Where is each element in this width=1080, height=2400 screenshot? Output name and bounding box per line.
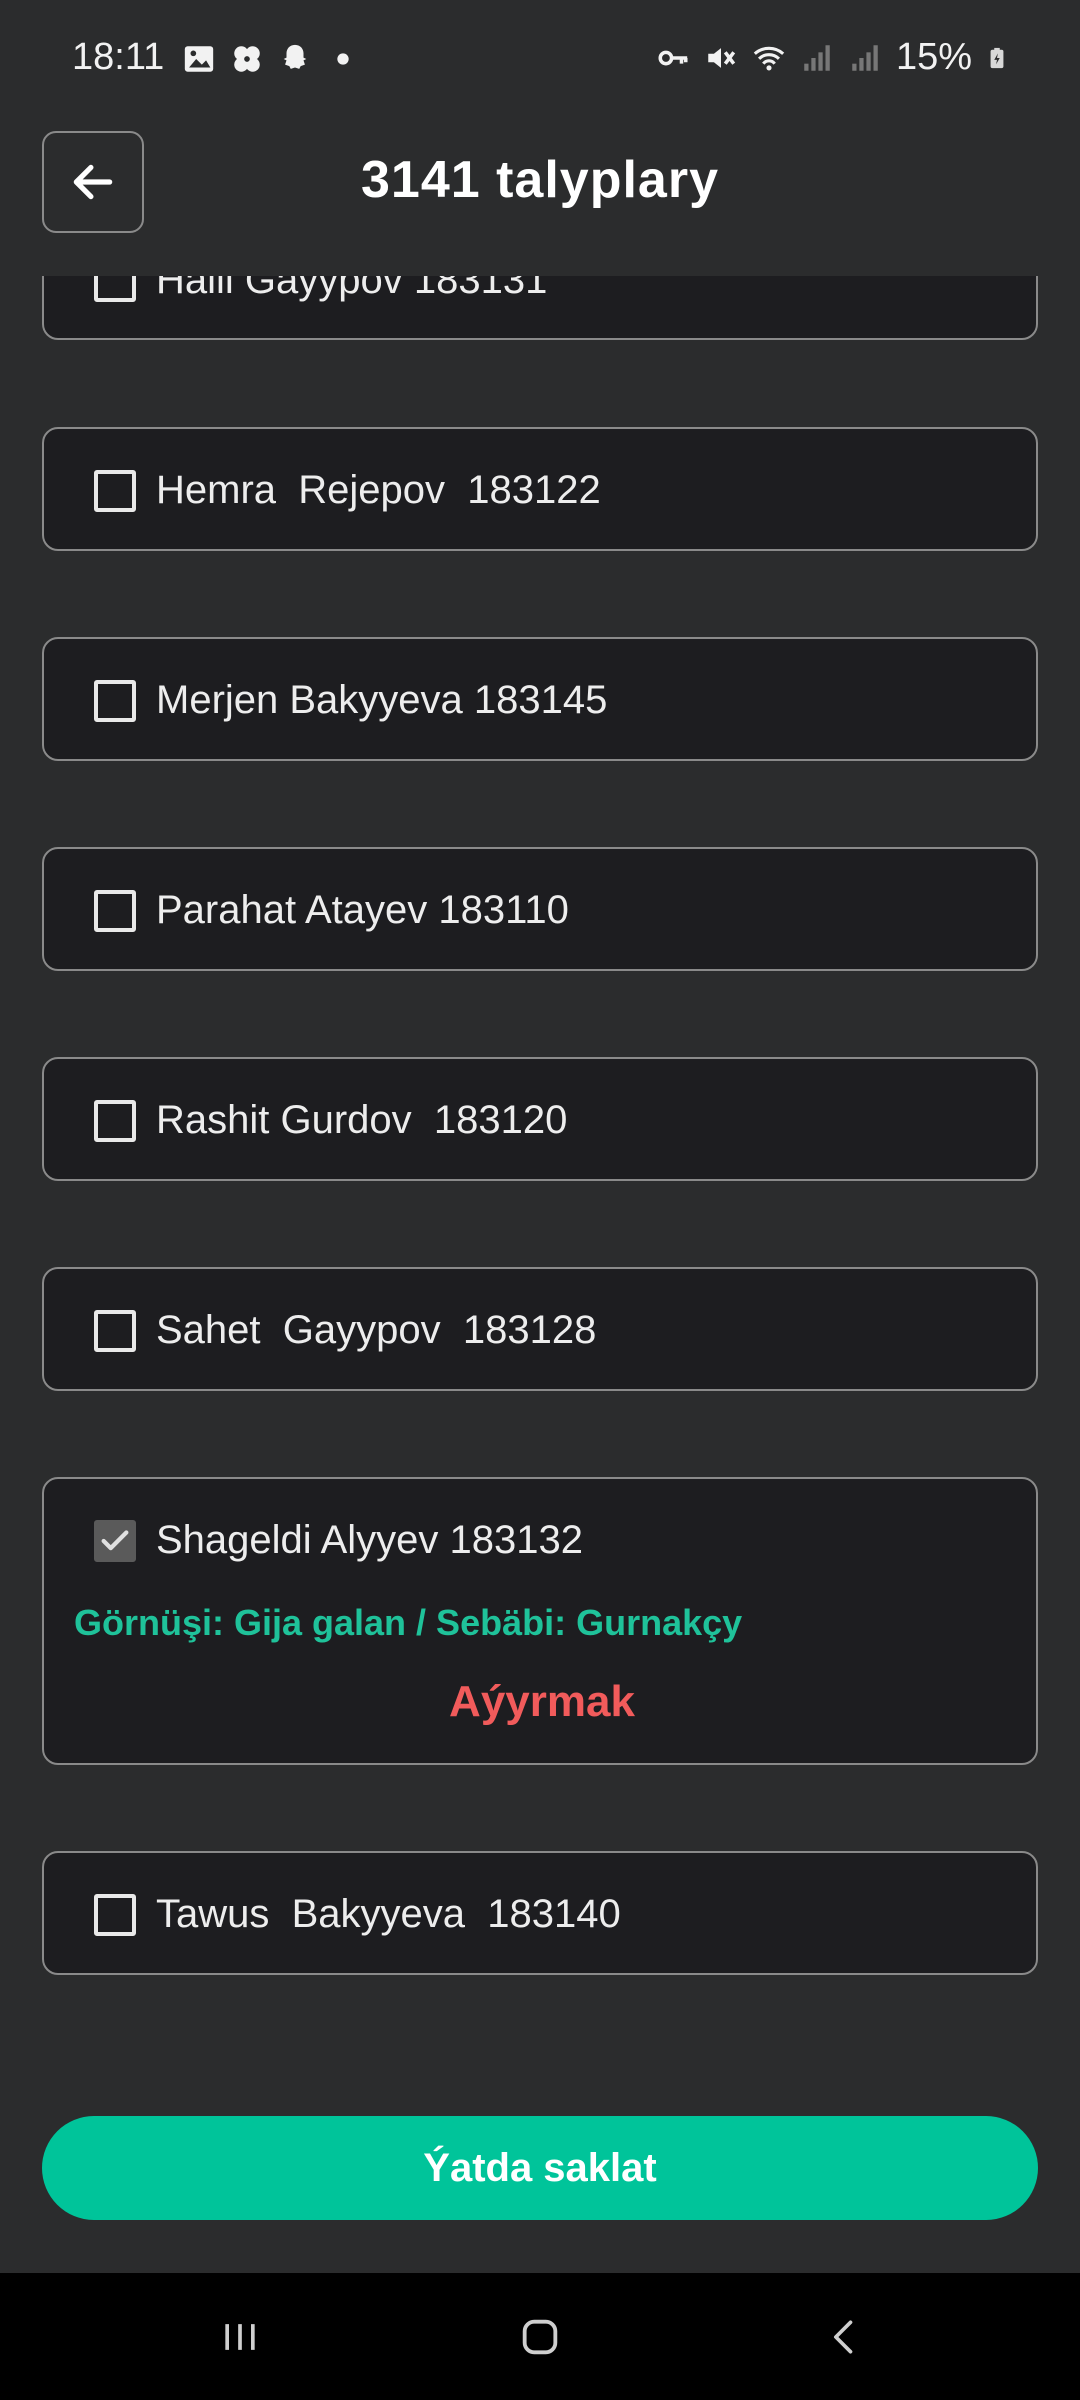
check-icon bbox=[101, 1529, 129, 1550]
mute-icon bbox=[708, 47, 736, 68]
signal-icon bbox=[852, 44, 878, 71]
student-row[interactable]: Shageldi Alyyev 183132 bbox=[94, 1518, 583, 1563]
wifi-icon bbox=[753, 46, 785, 70]
battery-percent: 15% bbox=[895, 36, 972, 78]
gallery-icon bbox=[184, 46, 214, 72]
status-time: 18:11 bbox=[72, 36, 165, 78]
student-card[interactable]: Merjen Bakyyeva 183145 bbox=[42, 637, 1038, 761]
student-card[interactable]: Hemra Rejepov 183122 bbox=[42, 427, 1038, 551]
home-icon bbox=[522, 2319, 558, 2354]
student-checkbox[interactable] bbox=[94, 1893, 136, 1936]
status-left-icons bbox=[182, 42, 360, 76]
student-card[interactable]: Halil Gayypov 183131 bbox=[42, 276, 1038, 340]
key-icon bbox=[658, 50, 688, 65]
student-card[interactable]: Tawus Bakyyeva 183140 bbox=[42, 1851, 1038, 1975]
signal-icon bbox=[804, 44, 830, 71]
student-checkbox[interactable] bbox=[94, 679, 136, 722]
save-button[interactable]: Ýatda saklat bbox=[42, 2116, 1038, 2220]
student-row[interactable]: Tawus Bakyyeva 183140 bbox=[94, 1892, 621, 1937]
system-nav-bar bbox=[0, 2273, 1080, 2400]
student-list[interactable]: Halil Gayypov 183131 Hemra Rejepov 18312… bbox=[0, 276, 1080, 2060]
student-name: Rashit Gurdov 183120 bbox=[156, 1098, 568, 1142]
student-card[interactable]: Sahet Gayypov 183128 bbox=[42, 1267, 1038, 1391]
remove-button[interactable]: Aýyrmak bbox=[44, 1677, 1040, 1727]
student-card[interactable]: Rashit Gurdov 183120 bbox=[42, 1057, 1038, 1181]
student-name: Parahat Atayev 183110 bbox=[156, 888, 569, 932]
student-card-selected[interactable]: Shageldi Alyyev 183132 Görnüşi: Gija gal… bbox=[42, 1477, 1038, 1765]
student-name: Halil Gayypov 183131 bbox=[156, 276, 548, 302]
recents-button[interactable] bbox=[180, 2273, 300, 2400]
student-row[interactable]: Halil Gayypov 183131 bbox=[94, 276, 547, 303]
student-checkbox[interactable] bbox=[94, 276, 136, 302]
app-header: 3141 talyplary bbox=[0, 120, 1080, 276]
student-name: Sahet Gayypov 183128 bbox=[156, 1308, 597, 1352]
student-row[interactable]: Parahat Atayev 183110 bbox=[94, 888, 569, 933]
pinwheel-icon bbox=[234, 46, 260, 72]
student-checkbox[interactable] bbox=[94, 469, 136, 512]
status-bar: 18:11 15% bbox=[0, 0, 1080, 120]
recents-icon bbox=[225, 2323, 255, 2350]
battery-icon bbox=[990, 47, 1004, 68]
student-name: Shageldi Alyyev 183132 bbox=[156, 1518, 583, 1562]
student-name: Hemra Rejepov 183122 bbox=[156, 468, 601, 512]
back-icon bbox=[834, 2320, 853, 2353]
home-button[interactable] bbox=[480, 2273, 600, 2400]
snapchat-icon bbox=[283, 44, 307, 69]
student-checkbox-checked[interactable] bbox=[94, 1519, 136, 1562]
status-right-icons: 15% bbox=[656, 36, 1008, 79]
student-name: Tawus Bakyyeva 183140 bbox=[156, 1892, 621, 1936]
student-card[interactable]: Parahat Atayev 183110 bbox=[42, 847, 1038, 971]
student-row[interactable]: Sahet Gayypov 183128 bbox=[94, 1308, 596, 1353]
student-checkbox[interactable] bbox=[94, 1099, 136, 1142]
student-checkbox[interactable] bbox=[94, 889, 136, 932]
student-name: Merjen Bakyyeva 183145 bbox=[156, 678, 608, 722]
dot-icon bbox=[337, 53, 349, 65]
student-row[interactable]: Merjen Bakyyeva 183145 bbox=[94, 678, 607, 723]
student-checkbox[interactable] bbox=[94, 1309, 136, 1352]
page-title: 3141 talyplary bbox=[360, 151, 720, 209]
absence-info: Görnüşi: Gija galan / Sebäbi: Gurnakçy bbox=[74, 1602, 743, 1643]
student-row[interactable]: Rashit Gurdov 183120 bbox=[94, 1098, 567, 1143]
nav-back-button[interactable] bbox=[785, 2273, 905, 2400]
student-row[interactable]: Hemra Rejepov 183122 bbox=[94, 468, 601, 513]
